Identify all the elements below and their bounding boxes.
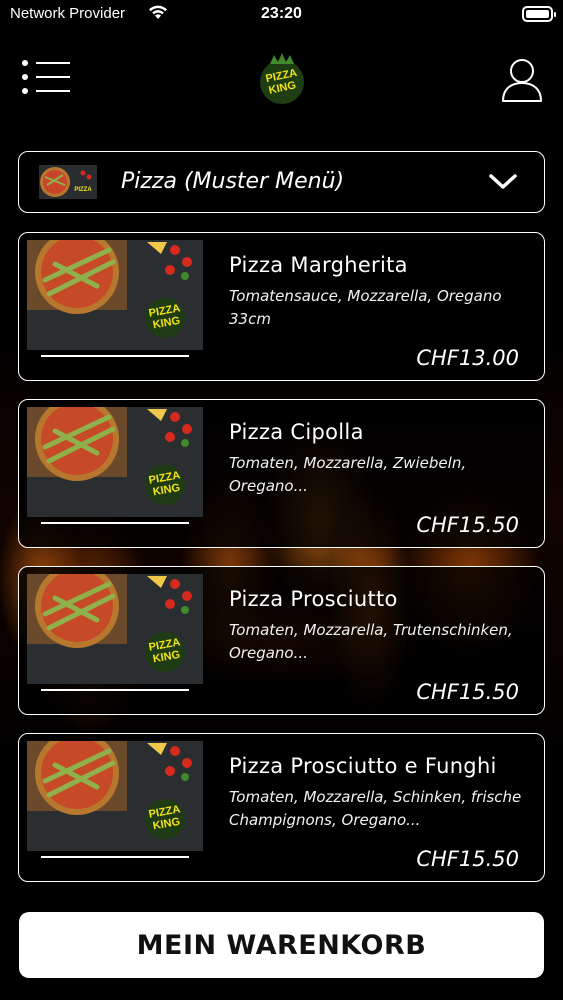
product-card[interactable]: PIZZA KING Pizza Prosciutto Tomaten, Mozzar… <box>18 566 545 715</box>
chevron-down-icon[interactable] <box>488 172 518 192</box>
product-name: Pizza Cipolla <box>229 420 364 444</box>
user-icon[interactable] <box>500 57 544 103</box>
image-underline <box>41 856 189 858</box>
menu-list-icon[interactable] <box>22 60 72 96</box>
product-card[interactable]: PIZZA KING Pizza Prosciutto e Funghi Tomate… <box>18 733 545 882</box>
image-underline <box>41 522 189 524</box>
product-price: CHF15.50 <box>416 680 519 704</box>
product-price: CHF13.00 <box>416 346 519 370</box>
image-underline <box>41 355 189 357</box>
product-description: Tomaten, Mozzarella, Zwiebeln, Oregano..… <box>229 454 467 495</box>
status-bar: Network Provider 23:20 <box>0 0 563 30</box>
product-description: Tomaten, Mozzarella, Schinken, frische C… <box>229 788 522 829</box>
product-name: Pizza Prosciutto <box>229 587 398 611</box>
product-image: PIZZA KING <box>27 240 203 350</box>
product-price: CHF15.50 <box>416 513 519 537</box>
category-label: Pizza (Muster Menü) <box>121 169 345 194</box>
product-name: Pizza Margherita <box>229 253 408 277</box>
product-image: PIZZA KING <box>27 574 203 684</box>
battery-icon <box>522 6 556 22</box>
product-image: PIZZA KING <box>27 741 203 851</box>
category-thumbnail: PIZZA <box>39 165 97 199</box>
thumb-logo-text: PIZZA <box>74 187 92 193</box>
product-card[interactable]: PIZZA KING Pizza Cipolla Tomaten, Mozzarell… <box>18 399 545 548</box>
image-underline <box>41 689 189 691</box>
product-description: Tomatensauce, Mozzarella, Oregano 33cm <box>229 287 502 328</box>
status-time: 23:20 <box>261 5 302 22</box>
product-price: CHF15.50 <box>416 847 519 871</box>
category-dropdown[interactable]: PIZZA Pizza (Muster Menü) <box>18 151 545 213</box>
product-description: Tomaten, Mozzarella, Trutenschinken, Ore… <box>229 621 513 662</box>
product-name: Pizza Prosciutto e Funghi <box>229 754 497 778</box>
product-card[interactable]: PIZZA KING Pizza Margherita Tomatensauce, M… <box>18 232 545 381</box>
cart-button[interactable]: MEIN WARENKORB <box>19 912 544 978</box>
pizza-king-logo: PIZZA KING <box>260 53 304 104</box>
product-image: PIZZA KING <box>27 407 203 517</box>
